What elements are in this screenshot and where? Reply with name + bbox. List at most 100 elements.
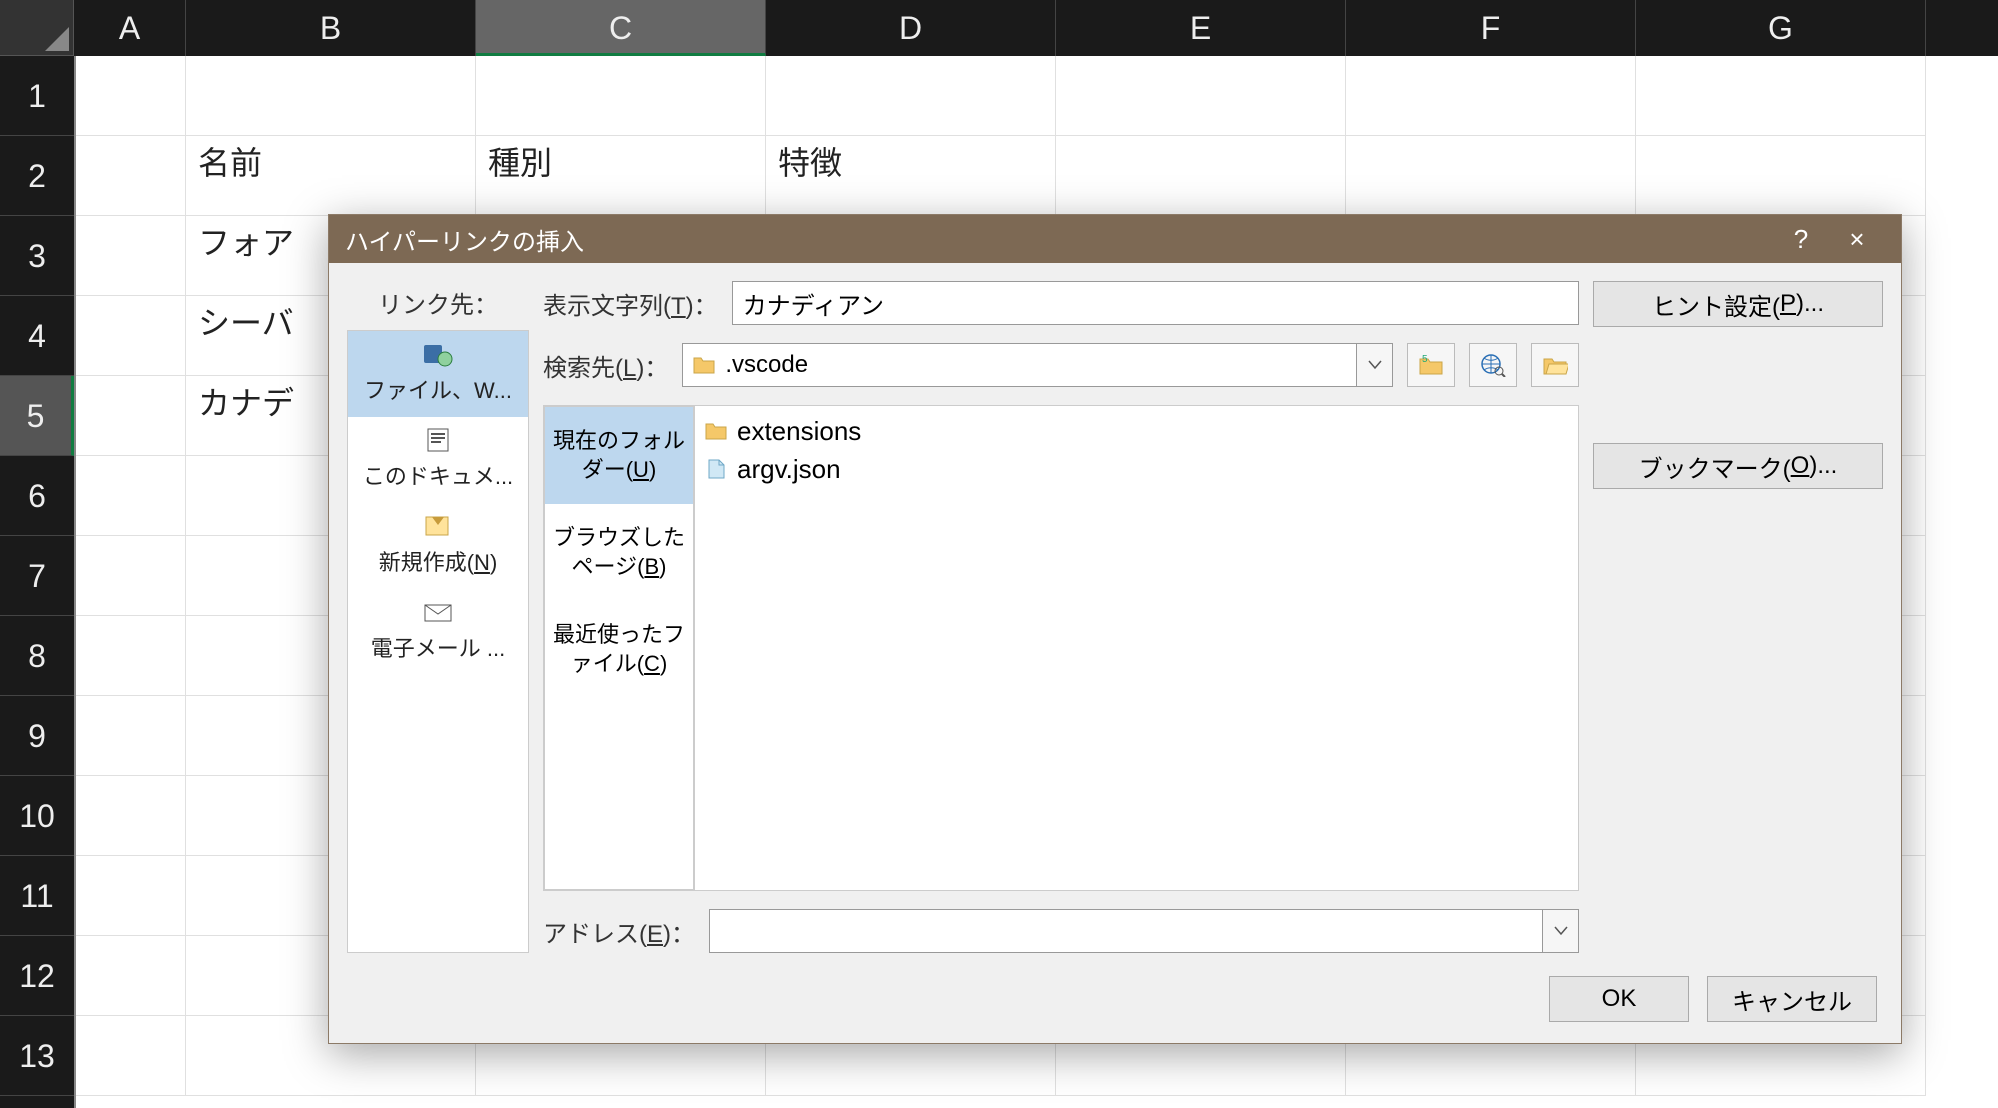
folder-up-icon: 5	[1418, 354, 1444, 376]
help-button[interactable]: ?	[1773, 224, 1829, 255]
cell[interactable]	[74, 296, 186, 376]
cell[interactable]	[1056, 136, 1346, 216]
cell[interactable]	[766, 56, 1056, 136]
link-target-icon	[422, 599, 454, 627]
cell[interactable]	[74, 56, 186, 136]
folder-open-icon	[1542, 354, 1568, 376]
row-header[interactable]: 13	[0, 1016, 74, 1096]
cell[interactable]	[1636, 56, 1926, 136]
address-input[interactable]	[709, 909, 1543, 953]
cell[interactable]	[74, 776, 186, 856]
cell[interactable]	[1636, 136, 1926, 216]
row-header[interactable]: 11	[0, 856, 74, 936]
browse-scope-item[interactable]: ブラウズしたページ(B)	[545, 504, 693, 601]
column-header[interactable]: G	[1636, 0, 1926, 56]
column-headers: ABCDEFG	[74, 0, 1998, 56]
cell[interactable]	[74, 216, 186, 296]
row-header[interactable]: 6	[0, 456, 74, 536]
row-header[interactable]: 7	[0, 536, 74, 616]
browse-scope-item[interactable]: 現在のフォルダー(U)	[545, 407, 693, 504]
cell[interactable]	[1056, 56, 1346, 136]
column-header[interactable]: F	[1346, 0, 1636, 56]
look-in-dropdown-button[interactable]	[1357, 343, 1393, 387]
insert-hyperlink-dialog: ハイパーリンクの挿入 ? × リンク先： ファイル、W... このドキュメ... 新…	[328, 214, 1902, 1044]
browse-scope-item[interactable]: 最近使ったファイル(C)	[545, 601, 693, 698]
dialog-title: ハイパーリンクの挿入	[345, 222, 1773, 257]
cell[interactable]	[186, 56, 476, 136]
display-text-input[interactable]	[732, 281, 1579, 325]
link-target-label: このドキュメ...	[363, 464, 513, 489]
file-name: extensions	[737, 416, 861, 447]
chevron-down-icon	[1368, 360, 1382, 370]
link-target-item[interactable]: 新規作成(N)	[348, 503, 528, 589]
globe-search-icon	[1480, 353, 1506, 377]
cell[interactable]	[74, 456, 186, 536]
cell[interactable]: 名前	[186, 136, 476, 216]
link-target-icon	[422, 427, 454, 455]
file-icon	[705, 458, 727, 480]
folder-icon	[705, 421, 727, 441]
column-header[interactable]: A	[74, 0, 186, 56]
folder-icon	[693, 355, 715, 375]
cell[interactable]	[74, 376, 186, 456]
address-dropdown-button[interactable]	[1543, 909, 1579, 953]
cell[interactable]	[1346, 136, 1636, 216]
row-header[interactable]: 9	[0, 696, 74, 776]
cell[interactable]	[74, 536, 186, 616]
column-header[interactable]: B	[186, 0, 476, 56]
dialog-titlebar[interactable]: ハイパーリンクの挿入 ? ×	[329, 215, 1901, 263]
file-item[interactable]: argv.json	[705, 450, 1568, 488]
row-header[interactable]: 10	[0, 776, 74, 856]
browse-file-button[interactable]	[1531, 343, 1579, 387]
row-header[interactable]: 5	[0, 376, 74, 456]
cell[interactable]	[74, 136, 186, 216]
column-header[interactable]: C	[476, 0, 766, 56]
svg-text:5: 5	[1422, 354, 1428, 365]
ok-button[interactable]: OK	[1549, 976, 1689, 1022]
row-header[interactable]: 3	[0, 216, 74, 296]
look-in-label: 検索先(L)：	[543, 348, 668, 383]
cell[interactable]	[74, 616, 186, 696]
browse-scope-list: 現在のフォルダー(U)ブラウズしたページ(B)最近使ったファイル(C)	[544, 406, 694, 890]
row-header[interactable]: 4	[0, 296, 74, 376]
link-target-list: ファイル、W... このドキュメ... 新規作成(N) 電子メール ...	[347, 330, 529, 953]
column-header[interactable]: E	[1056, 0, 1346, 56]
cell[interactable]	[74, 856, 186, 936]
row-header[interactable]: 1	[0, 56, 74, 136]
cell[interactable]: 特徴	[766, 136, 1056, 216]
chevron-down-icon	[1554, 926, 1568, 936]
file-list[interactable]: extensions argv.json	[694, 406, 1578, 890]
bookmark-button[interactable]: ブックマーク(O)...	[1593, 443, 1883, 489]
cell[interactable]: 種別	[476, 136, 766, 216]
link-target-label: ファイル、W...	[364, 378, 512, 403]
link-target-item[interactable]: ファイル、W...	[348, 331, 528, 417]
cell[interactable]	[74, 1016, 186, 1096]
screentip-button[interactable]: ヒント設定(P)...	[1593, 281, 1883, 327]
look-in-select[interactable]: .vscode	[682, 343, 1357, 387]
cell[interactable]	[74, 936, 186, 1016]
cancel-button[interactable]: キャンセル	[1707, 976, 1877, 1022]
link-target-item[interactable]: 電子メール ...	[348, 589, 528, 675]
browse-web-button[interactable]	[1469, 343, 1517, 387]
cell[interactable]	[74, 696, 186, 776]
row-headers: 12345678910111213	[0, 56, 74, 1108]
row-header[interactable]: 8	[0, 616, 74, 696]
link-to-label: リンク先：	[347, 281, 529, 330]
close-button[interactable]: ×	[1829, 224, 1885, 255]
cell[interactable]	[1346, 56, 1636, 136]
link-target-label: 電子メール ...	[371, 636, 505, 661]
cell[interactable]	[476, 56, 766, 136]
look-in-value: .vscode	[725, 351, 808, 379]
folder-item[interactable]: extensions	[705, 412, 1568, 450]
row-header[interactable]: 12	[0, 936, 74, 1016]
row-header[interactable]: 2	[0, 136, 74, 216]
link-target-icon	[422, 341, 454, 369]
file-name: argv.json	[737, 454, 841, 485]
link-target-item[interactable]: このドキュメ...	[348, 417, 528, 503]
link-target-icon	[422, 513, 454, 541]
display-text-label: 表示文字列(T)：	[543, 286, 718, 321]
link-target-label: 新規作成(N)	[379, 550, 498, 575]
column-header[interactable]: D	[766, 0, 1056, 56]
up-folder-button[interactable]: 5	[1407, 343, 1455, 387]
select-all-corner[interactable]	[0, 0, 74, 56]
